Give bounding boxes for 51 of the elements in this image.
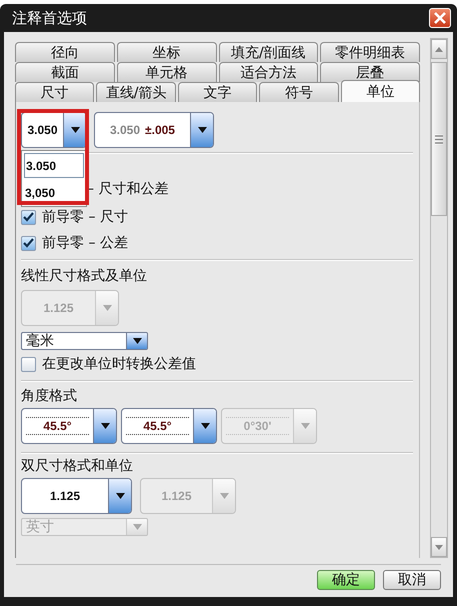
caret-icon (132, 338, 142, 344)
down-arrow-icon (435, 544, 443, 550)
scroll-up-button[interactable] (431, 39, 447, 59)
tab[interactable]: 坐标 (116, 42, 216, 62)
tab[interactable]: 单元格 (116, 62, 216, 82)
unit-select[interactable]: 毫米 (21, 332, 148, 350)
checkbox-label: 前导零 – 公差 (42, 234, 128, 252)
checkbox[interactable] (21, 210, 36, 224)
format-dropdown[interactable]: 45.5° (21, 408, 117, 444)
tab[interactable]: 单位 (340, 80, 420, 102)
tab[interactable]: 径向 (15, 42, 115, 62)
format-dropdown[interactable]: 3.050 (21, 112, 87, 148)
window-title: 注释首选项 (12, 8, 87, 28)
checkbox-label: 在更改单位时转换公差值 (42, 355, 196, 373)
tab[interactable]: 截面 (15, 62, 115, 82)
scroll-down-button[interactable] (431, 537, 447, 557)
format-dropdown[interactable]: 45.5° (121, 408, 217, 444)
close-icon (434, 12, 446, 24)
section-heading: 角度格式 (21, 387, 78, 405)
format-dropdown[interactable]: 1.125 (21, 478, 132, 514)
caret-icon (300, 423, 310, 429)
tab[interactable]: 尺寸 (15, 82, 94, 102)
caret-icon (132, 524, 142, 530)
list-option[interactable]: 3.050 (24, 153, 84, 178)
checkbox-label: 前导零 – 尺寸 (42, 208, 128, 226)
section-heading: 线性尺寸格式及单位 (21, 267, 148, 285)
format-dropdown[interactable]: 3.050 ±.005 (94, 112, 214, 148)
caret-icon (220, 493, 228, 499)
up-arrow-icon (435, 46, 443, 52)
tab[interactable]: 零件明细表 (320, 42, 420, 62)
cancel-button[interactable]: 取消 (383, 570, 441, 590)
checkbox[interactable] (21, 236, 36, 250)
list-option[interactable]: 3,050 (22, 180, 86, 206)
section-heading: 双尺寸格式和单位 (21, 457, 134, 475)
caret-icon (102, 305, 112, 311)
tab[interactable]: 适合方法 (218, 62, 318, 82)
tab[interactable]: 填充/剖面线 (218, 42, 318, 62)
scroll-thumb[interactable] (431, 62, 447, 216)
tab[interactable]: 直线/箭头 (96, 82, 176, 102)
caret-icon (70, 127, 80, 133)
grip-icon (435, 134, 443, 144)
caret-icon (116, 493, 124, 499)
tab[interactable]: 符号 (259, 82, 339, 102)
tab[interactable]: 层叠 (320, 62, 420, 82)
checkbox[interactable] (21, 356, 36, 372)
caret-icon (100, 423, 110, 429)
caret-icon (198, 127, 206, 133)
ok-button[interactable]: 确定 (317, 570, 375, 590)
close-button[interactable] (429, 8, 451, 28)
caret-icon (200, 423, 210, 429)
tab[interactable]: 文字 (178, 82, 258, 102)
